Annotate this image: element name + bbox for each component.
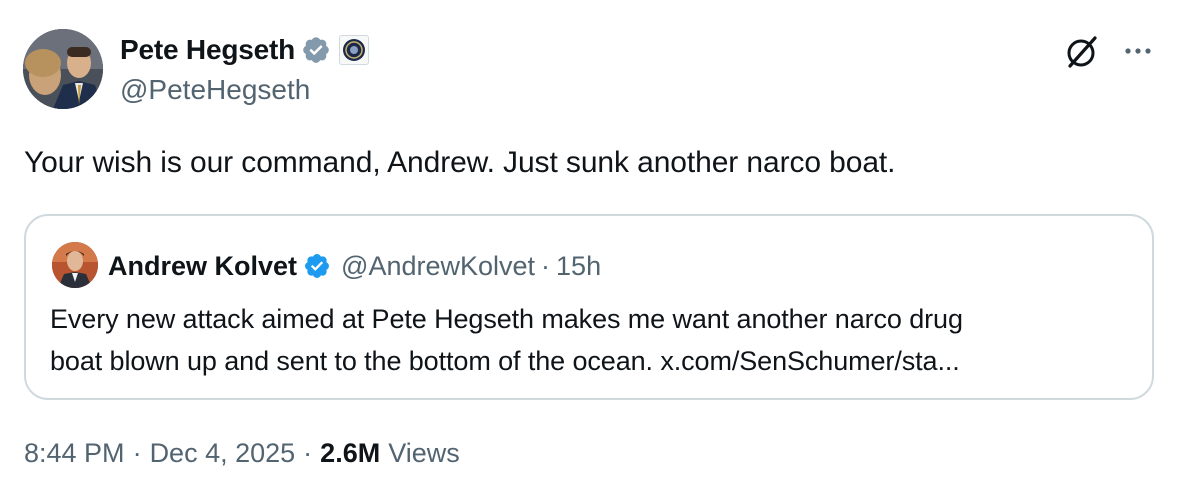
grok-icon[interactable] xyxy=(1062,32,1102,72)
views-label: Views xyxy=(388,438,460,468)
quoted-author-name[interactable]: Andrew Kolvet xyxy=(108,251,297,282)
quoted-tweet-text: Every new attack aimed at Pete Hegseth m… xyxy=(50,298,1130,382)
author-handle[interactable]: @PeteHegseth xyxy=(120,74,310,106)
separator-dot: · xyxy=(303,438,313,468)
more-options-icon[interactable] xyxy=(1120,36,1156,66)
quoted-tweet-line: Every new attack aimed at Pete Hegseth m… xyxy=(50,304,963,334)
quoted-tweet-card[interactable]: Andrew Kolvet @AndrewKolvet · 15h Every … xyxy=(24,214,1154,400)
quoted-tweet-time[interactable]: 15h xyxy=(556,251,601,282)
quoted-tweet-line: boat blown up and sent to the bottom of … xyxy=(50,346,960,376)
verified-badge-icon[interactable] xyxy=(303,252,331,280)
tweet-view: Pete Hegseth @PeteHegseth Your wish is o… xyxy=(0,0,1184,500)
views-count[interactable]: 2.6M xyxy=(320,438,380,469)
quoted-tweet-header: Andrew Kolvet @AndrewKolvet · 15h xyxy=(108,246,601,286)
verified-badge-icon[interactable] xyxy=(301,35,331,65)
author-avatar[interactable] xyxy=(23,29,103,109)
tweet-text: Your wish is our command, Andrew. Just s… xyxy=(24,146,896,179)
quoted-author-handle[interactable]: @AndrewKolvet xyxy=(341,251,535,282)
author-avatar-image xyxy=(23,29,103,109)
author-name-row: Pete Hegseth xyxy=(120,30,369,70)
author-name[interactable]: Pete Hegseth xyxy=(120,34,295,66)
separator-dot: · xyxy=(541,250,551,281)
separator-dot: · xyxy=(132,438,142,468)
tweet-meta: 8:44 PM · Dec 4, 2025 · 2.6M Views xyxy=(24,438,460,469)
tweet-time[interactable]: 8:44 PM xyxy=(24,438,125,469)
quoted-author-avatar-image xyxy=(52,242,98,288)
quoted-author-avatar[interactable] xyxy=(52,242,98,288)
department-seal-icon[interactable] xyxy=(339,35,369,65)
tweet-date[interactable]: Dec 4, 2025 xyxy=(150,438,296,469)
